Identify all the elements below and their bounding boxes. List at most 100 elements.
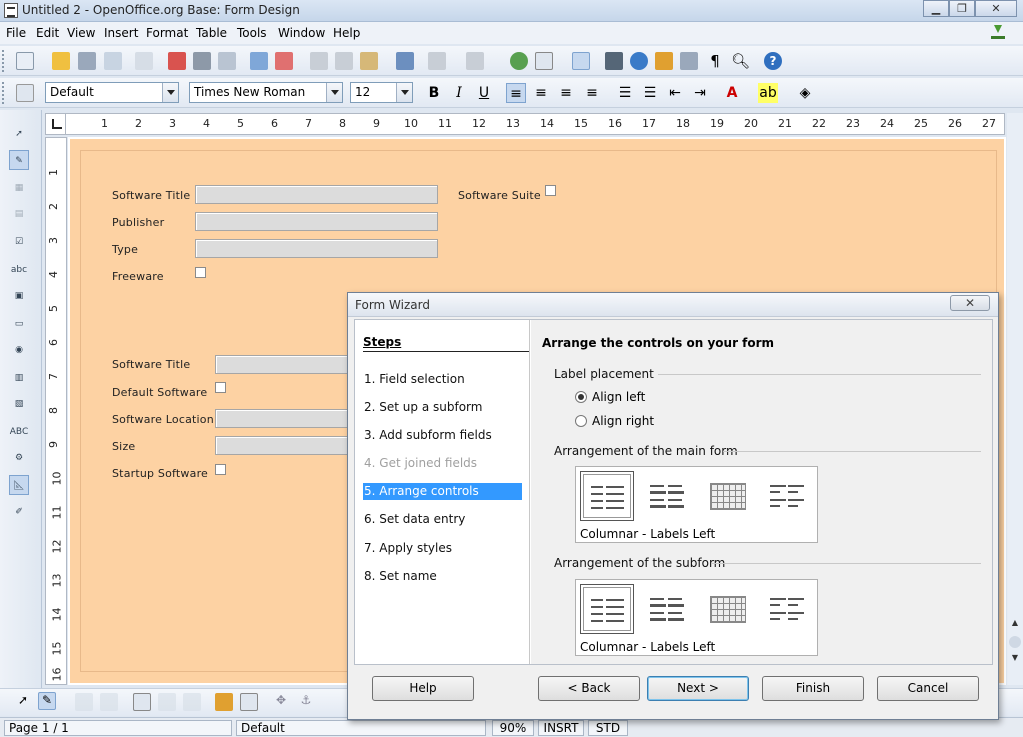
activation-order-icon[interactable]	[183, 693, 201, 711]
menu-window[interactable]: Window	[278, 26, 325, 40]
design-mode-icon[interactable]: ✎	[38, 692, 56, 710]
gallery-icon[interactable]	[655, 52, 673, 70]
add-field-icon[interactable]	[158, 693, 176, 711]
font-size-select[interactable]: 12	[350, 82, 413, 103]
font-name-select[interactable]: Times New Roman	[189, 82, 343, 103]
navigation-icon[interactable]	[1009, 636, 1021, 648]
checkbox-control-icon[interactable]: ☑	[9, 232, 29, 252]
minimize-button[interactable]: ▁	[923, 0, 949, 17]
email-icon[interactable]	[104, 52, 122, 70]
combo-box-icon[interactable]: ▧	[9, 394, 29, 414]
form-icon[interactable]	[100, 693, 118, 711]
cut-icon[interactable]	[310, 52, 328, 70]
default-software-checkbox[interactable]	[215, 382, 226, 393]
step-apply-styles[interactable]: 7. Apply styles	[363, 540, 522, 557]
columnar-labels-top-option[interactable]	[640, 471, 694, 521]
insert-mode[interactable]: INSRT	[538, 720, 584, 736]
decrease-indent-icon[interactable]: ⇤	[665, 83, 685, 103]
columnar-labels-left-option[interactable]	[580, 584, 634, 634]
step-set-data-entry[interactable]: 6. Set data entry	[363, 511, 522, 528]
columnar-labels-left-option[interactable]	[580, 471, 634, 521]
menu-tools[interactable]: Tools	[237, 26, 267, 40]
redo-icon[interactable]	[466, 52, 484, 70]
publisher-field[interactable]	[195, 212, 438, 231]
cancel-button[interactable]: Cancel	[877, 676, 979, 701]
form-properties-icon[interactable]: ▤	[9, 204, 29, 224]
select-pointer-icon[interactable]: ➚	[14, 693, 32, 711]
software-suite-label[interactable]: Software Suite	[458, 189, 541, 202]
columnar-labels-top-option[interactable]	[640, 584, 694, 634]
open-folder-icon[interactable]	[52, 52, 70, 70]
scroll-down-icon[interactable]: ▼	[1009, 653, 1021, 665]
focus-control-icon[interactable]	[240, 693, 258, 711]
menu-table[interactable]: Table	[196, 26, 227, 40]
paragraph-style-select[interactable]: Default	[45, 82, 179, 103]
text-box-control-icon[interactable]: abc	[9, 260, 29, 280]
software-title-field[interactable]	[195, 185, 438, 204]
type-field[interactable]	[195, 239, 438, 258]
menu-edit[interactable]: Edit	[36, 26, 59, 40]
align-right-icon[interactable]: ≡	[556, 83, 576, 103]
undo-icon[interactable]	[428, 52, 446, 70]
control-properties-icon[interactable]: ▦	[9, 178, 29, 198]
spellcheck-icon[interactable]	[250, 52, 268, 70]
position-size-icon[interactable]: ✥	[272, 693, 290, 711]
open-in-design-icon[interactable]	[215, 693, 233, 711]
find-replace-icon[interactable]	[605, 52, 623, 70]
as-data-sheet-option[interactable]	[700, 471, 754, 521]
toolbar-grip[interactable]	[2, 50, 6, 72]
startup-software-checkbox[interactable]	[215, 464, 226, 475]
step-field-selection[interactable]: 1. Field selection	[363, 371, 522, 388]
menu-view[interactable]: View	[67, 26, 95, 40]
size-field[interactable]	[215, 436, 350, 455]
freeware-checkbox[interactable]	[195, 267, 206, 278]
design-mode-icon[interactable]: ✎	[9, 150, 29, 170]
align-center-icon[interactable]: ≡	[531, 83, 551, 103]
startup-software-label[interactable]: Startup Software	[112, 467, 208, 480]
vertical-scrollbar[interactable]: ▲ ▼	[1007, 113, 1023, 685]
tab-stop-icon[interactable]	[46, 114, 66, 134]
chevron-down-icon[interactable]	[326, 83, 342, 102]
sub-software-title-label[interactable]: Software Title	[112, 358, 190, 371]
highlighting-icon[interactable]: ab	[758, 83, 778, 103]
styles-formatting-icon[interactable]	[16, 84, 34, 102]
zoom-level[interactable]: 90%	[492, 720, 534, 736]
save-icon[interactable]	[78, 52, 96, 70]
dialog-close-button[interactable]: ✕	[950, 295, 990, 311]
publisher-label[interactable]: Publisher	[112, 216, 164, 229]
align-right-label[interactable]: Align right	[592, 414, 654, 428]
select-pointer-icon[interactable]: ➚	[9, 124, 29, 144]
table-icon[interactable]	[535, 52, 553, 70]
form-navigator-icon[interactable]	[133, 693, 151, 711]
background-color-icon[interactable]: ◈	[795, 83, 815, 103]
software-location-field[interactable]	[215, 409, 350, 428]
step-set-up-subform[interactable]: 2. Set up a subform	[363, 399, 522, 416]
restore-button[interactable]: ❐	[949, 0, 975, 17]
menu-file[interactable]: File	[6, 26, 26, 40]
as-data-sheet-option[interactable]	[700, 584, 754, 634]
freeware-label[interactable]: Freeware	[112, 270, 164, 283]
option-button-icon[interactable]: ◉	[9, 340, 29, 360]
list-box-icon[interactable]: ▥	[9, 368, 29, 388]
type-label[interactable]: Type	[112, 243, 138, 256]
step-add-subform-fields[interactable]: 3. Add subform fields	[363, 427, 522, 444]
finish-button[interactable]: Finish	[762, 676, 864, 701]
step-arrange-controls[interactable]: 5. Arrange controls	[363, 483, 522, 500]
next-button[interactable]: Next >	[647, 676, 749, 701]
more-controls-icon[interactable]: ⚙	[9, 448, 29, 468]
font-color-icon[interactable]: A	[722, 83, 742, 103]
clone-formatting-icon[interactable]	[396, 52, 414, 70]
data-sources-icon[interactable]	[680, 52, 698, 70]
zoom-icon[interactable]: 🔍︎	[731, 52, 750, 70]
paste-icon[interactable]	[360, 52, 378, 70]
menu-format[interactable]: Format	[146, 26, 188, 40]
toolbar-grip[interactable]	[2, 82, 6, 104]
size-label[interactable]: Size	[112, 440, 135, 453]
increase-indent-icon[interactable]: ⇥	[690, 83, 710, 103]
page-style[interactable]: Default	[236, 720, 486, 736]
update-download-icon[interactable]	[991, 25, 1005, 39]
selection-mode[interactable]: STD	[588, 720, 628, 736]
underline-icon[interactable]: U	[474, 83, 494, 103]
software-location-label[interactable]: Software Location	[112, 413, 214, 426]
align-left-radio[interactable]	[575, 391, 587, 403]
